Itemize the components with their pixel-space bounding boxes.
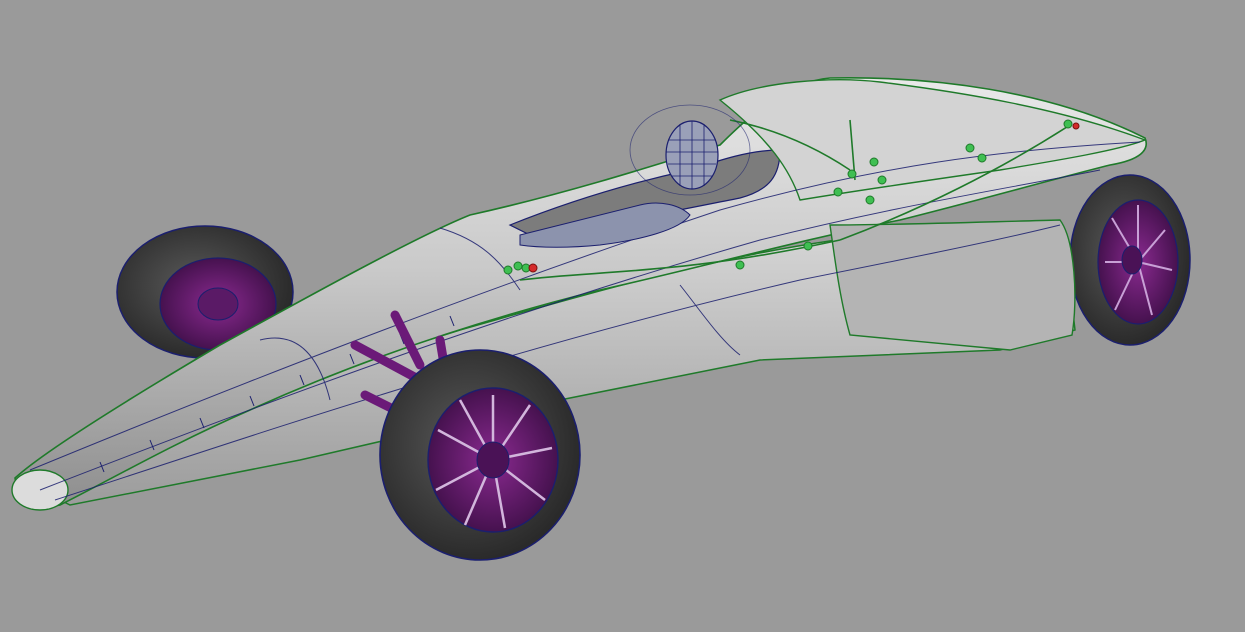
front-left-wheel[interactable] xyxy=(379,349,581,561)
front-right-wheel[interactable] xyxy=(1069,174,1191,346)
viewport-canvas[interactable] xyxy=(0,0,1245,632)
3d-viewport[interactable] xyxy=(0,0,1245,632)
